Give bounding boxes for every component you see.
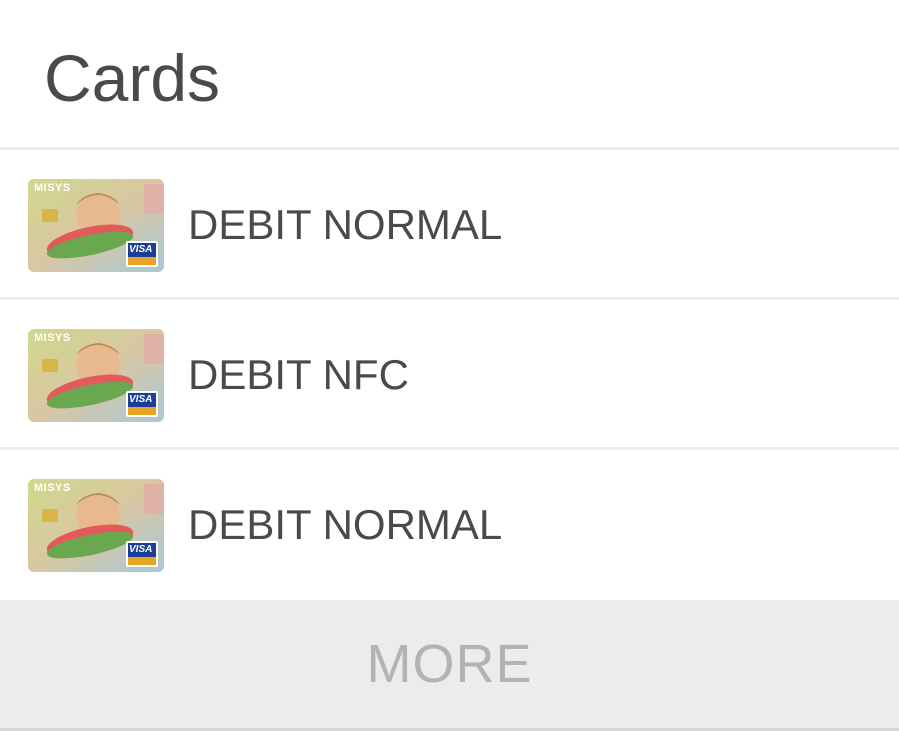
card-name: DEBIT NORMAL [188, 501, 503, 548]
card-brand-text: MISYS [34, 482, 71, 494]
card-brand-text: MISYS [34, 332, 71, 344]
page-title: Cards [44, 41, 221, 115]
card-name: DEBIT NORMAL [188, 201, 503, 248]
card-brand-text: MISYS [34, 182, 71, 194]
more-button[interactable]: MORE [0, 600, 899, 731]
cards-screen: Cards MISYS VISA DEBIT NORMAL MISYS VISA… [0, 0, 899, 731]
card-name: DEBIT NFC [188, 351, 409, 398]
card-row-debit-nfc[interactable]: MISYS VISA DEBIT NFC [0, 300, 899, 450]
header: Cards [0, 0, 899, 150]
card-image: MISYS VISA [28, 329, 164, 422]
visa-logo-icon: VISA [129, 544, 153, 555]
card-image: MISYS VISA [28, 179, 164, 272]
visa-logo-icon: VISA [129, 394, 153, 405]
more-button-label: MORE [366, 634, 533, 694]
card-image: MISYS VISA [28, 479, 164, 572]
card-row-debit-normal-2[interactable]: MISYS VISA DEBIT NORMAL [0, 450, 899, 600]
visa-logo-icon: VISA [129, 244, 153, 255]
card-list: MISYS VISA DEBIT NORMAL MISYS VISA DEBIT… [0, 150, 899, 600]
card-row-debit-normal-1[interactable]: MISYS VISA DEBIT NORMAL [0, 150, 899, 300]
